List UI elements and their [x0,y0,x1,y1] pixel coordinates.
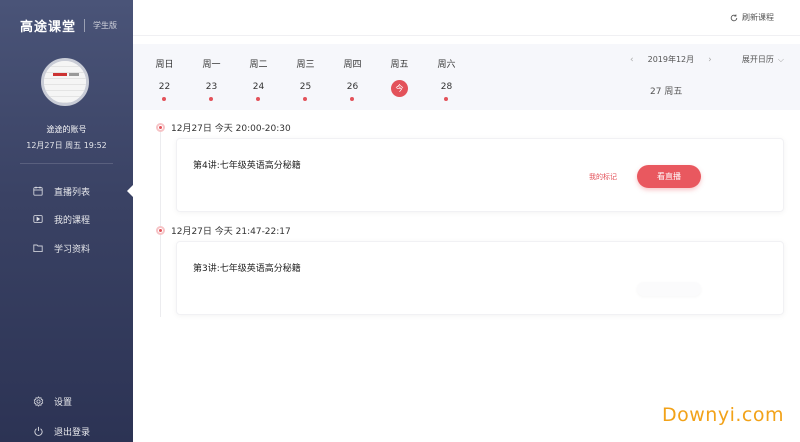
sidebar-item-label: 学习资料 [54,244,91,255]
day-number: 22 [158,82,171,92]
day-number: 24 [252,82,265,92]
expand-calendar-label: 展开日历 [741,55,774,64]
folder-icon [33,244,43,253]
power-icon [34,426,43,436]
class-indicator-dot [303,97,307,101]
calendar-day[interactable]: 周三 25 [282,44,329,110]
day-name: 周一 [202,60,221,70]
session-time: 12月27日 今天 20:00-20:30 [171,124,291,134]
day-name: 周日 [155,60,174,70]
logout-button[interactable]: 退出登录 [0,420,133,442]
class-indicator-dot [444,97,448,101]
avatar-detail [53,73,67,76]
divider [20,163,113,164]
main-content: 刷新课程 周日 22 周一 23 周二 24 周三 25 周四 26 周五 今 … [133,0,800,442]
calendar-day[interactable]: 周四 26 [329,44,376,110]
timeline-line [160,127,161,317]
brand-divider [84,19,86,32]
play-icon [33,215,43,223]
calendar-day-today[interactable]: 周五 今 [376,44,423,110]
day-number: 23 [205,82,218,92]
prev-month-button[interactable]: ‹ [630,55,634,65]
expand-calendar-button[interactable]: 展开日历 ⌵ [742,54,784,65]
day-name: 周二 [249,60,268,70]
watch-live-button[interactable]: 看直播 [637,165,701,188]
day-name: 周五 [390,60,409,70]
day-name: 周六 [437,60,456,70]
gear-icon [33,395,44,407]
sidebar-item-live-list[interactable]: 直播列表 [0,180,133,202]
session-time-header: 12月27日 今天 20:00-20:30 [156,121,291,134]
week-calendar: 周日 22 周一 23 周二 24 周三 25 周四 26 周五 今 周六 28… [133,44,800,110]
calendar-day[interactable]: 周二 24 [235,44,282,110]
top-bar: 刷新课程 [133,0,800,36]
lesson-card[interactable]: 第4讲:七年级英语高分秘籍 我的标记 看直播 [176,138,784,212]
sidebar-item-my-courses[interactable]: 我的课程 [0,208,133,230]
week-strip: 周日 22 周一 23 周二 24 周三 25 周四 26 周五 今 周六 28 [141,44,471,110]
session-time-header: 12月27日 今天 21:47-22:17 [156,224,291,237]
lesson-title: 第4讲:七年级英语高分秘籍 [193,161,301,171]
selected-date: 27 周五 [650,87,683,97]
day-number: 25 [299,82,312,92]
avatar-image [44,61,86,103]
account-name: 途途的账号 [46,125,87,134]
sidebar-item-label: 直播列表 [54,187,91,198]
settings-button[interactable]: 设置 [0,390,133,412]
session-time: 12月27日 今天 21:47-22:17 [171,227,291,237]
next-month-button[interactable]: › [708,55,712,65]
avatar-detail [69,73,79,76]
month-navigator: ‹ 2019年12月 › [630,54,712,65]
app-name: 高途课堂 [20,20,77,35]
calendar-icon [33,186,43,196]
refresh-courses-button[interactable]: 刷新课程 [730,12,774,23]
sidebar-item-study-materials[interactable]: 学习资料 [0,237,133,259]
my-marks-link[interactable]: 我的标记 [589,172,617,182]
timeline-dot [156,123,165,132]
sidebar-item-label: 我的课程 [54,215,91,226]
day-name: 周四 [343,60,362,70]
logout-label: 退出登录 [54,427,91,438]
class-indicator-dot [209,97,213,101]
month-label: 2019年12月 [647,55,695,64]
calendar-day[interactable]: 周六 28 [423,44,470,110]
timeline-dot [156,226,165,235]
refresh-label: 刷新课程 [742,13,774,22]
app-edition: 学生版 [93,21,118,30]
lesson-action-placeholder [637,282,701,296]
class-indicator-dot [256,97,260,101]
settings-label: 设置 [54,397,73,408]
chevron-down-icon: ⌵ [777,54,784,64]
lesson-title: 第3讲:七年级英语高分秘籍 [193,264,301,274]
class-indicator-dot [162,97,166,101]
account-datetime: 12月27日 周五 19:52 [26,141,107,150]
brand: 高途课堂 学生版 [20,16,117,35]
sidebar: 高途课堂 学生版 途途的账号 12月27日 周五 19:52 直播列表 我的课程… [0,0,133,442]
avatar[interactable] [41,58,89,106]
class-indicator-dot [350,97,354,101]
watermark: Downyi.com [662,404,784,426]
calendar-day[interactable]: 周日 22 [141,44,188,110]
day-number: 28 [440,82,453,92]
day-number: 26 [346,82,359,92]
today-badge: 今 [391,80,408,97]
day-name: 周三 [296,60,315,70]
refresh-icon [730,13,738,21]
calendar-day[interactable]: 周一 23 [188,44,235,110]
lesson-card[interactable]: 第3讲:七年级英语高分秘籍 [176,241,784,315]
